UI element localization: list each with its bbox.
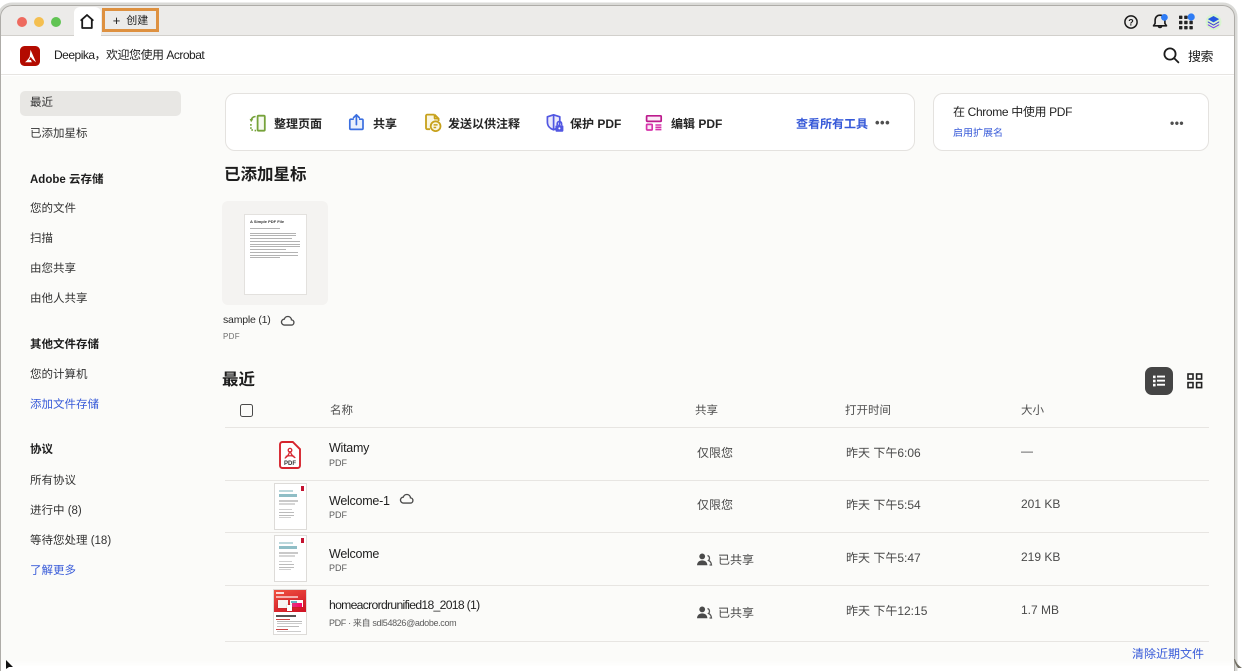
svg-text:?: ?: [1128, 17, 1134, 27]
svg-text:PDF: PDF: [284, 461, 296, 467]
